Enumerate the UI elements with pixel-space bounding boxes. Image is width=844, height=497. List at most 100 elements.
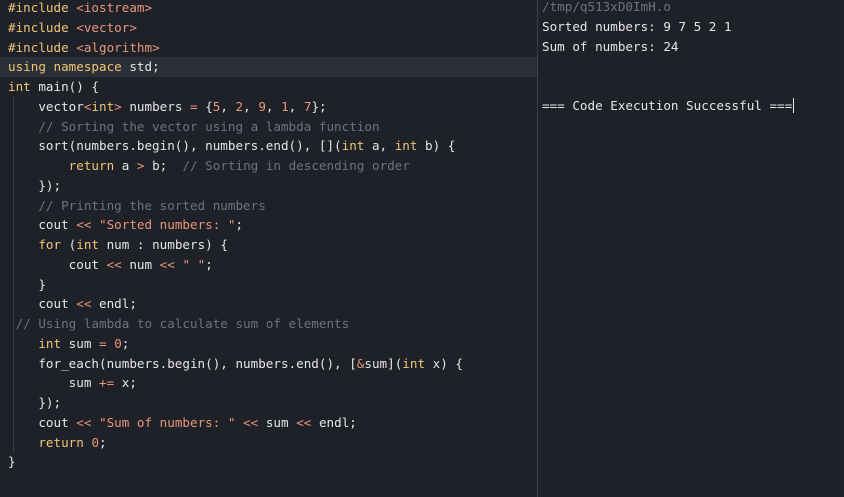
code-token: std; [129,59,160,75]
code-line-content: return a > b; // Sorting in descending o… [8,158,410,173]
code-token: int [91,98,115,114]
code-line-content: sum += x; [8,375,137,390]
code-line-content: int sum = 0; [8,336,129,351]
text-caret [793,98,795,113]
output-line-sorted: Sorted numbers: 9 7 5 2 1 [542,19,732,34]
code-line-content: }); [8,395,61,410]
code-token: , [288,98,304,114]
code-editor[interactable]: #include <iostream> #include <vector> #inc… [0,0,537,497]
code-line-content: #include <vector> [8,20,137,35]
code-line[interactable]: // Printing the sorted numbers [0,196,537,216]
code-token: " " [182,256,206,272]
code-token: int [38,335,62,351]
code-token: for_each(numbers.begin(), numbers.end(),… [8,355,357,371]
code-token: sum]( [364,355,403,371]
code-line[interactable]: // Using lambda to calculate sum of elem… [0,314,537,334]
output-panel[interactable]: /tmp/q513xD0ImH.o Sorted numbers: 9 7 5 … [538,0,844,497]
code-token: "Sorted numbers: " [99,217,236,233]
code-token: }); [8,395,62,410]
code-token: sum [258,414,297,430]
code-token: sort(numbers.begin(), numbers.end(), []( [8,138,342,154]
code-token: // Sorting the vector using a lambda fun… [8,118,380,134]
code-token: << [76,414,92,430]
code-line[interactable]: } [0,275,537,295]
code-line[interactable]: int sum = 0; [0,334,537,354]
code-line[interactable]: } [0,452,537,472]
code-line[interactable]: return 0; [0,433,537,453]
code-line[interactable]: }); [0,393,537,413]
code-line[interactable]: }); [0,176,537,196]
code-line-content: // Using lambda to calculate sum of elem… [8,316,350,331]
code-token: { [197,98,213,114]
code-token: num : numbers) { [99,237,228,252]
code-token: main() { [38,79,100,94]
code-line[interactable]: // Sorting the vector using a lambda fun… [0,117,537,137]
code-token: b; [144,158,183,173]
code-token: <vector> [76,19,137,35]
code-token: , [265,98,282,114]
code-line[interactable]: sort(numbers.begin(), numbers.end(), [](… [0,136,537,156]
code-line-content: } [8,454,16,469]
code-line[interactable]: int main() { [0,77,537,97]
code-line[interactable]: sum += x; [0,373,537,393]
code-token: numbers [121,98,191,114]
code-line[interactable]: #include <iostream> [0,0,537,18]
code-token: 1 [281,98,289,114]
code-line[interactable]: #include <vector> [0,18,537,38]
code-line[interactable]: cout << "Sorted numbers: "; [0,215,537,235]
code-line-content: #include <iostream> [8,0,152,15]
code-token: ; [235,217,244,233]
code-token: 0 [114,335,122,351]
code-token: , [220,98,236,114]
code-token: = [99,335,107,351]
code-token: << [159,256,175,272]
code-token: <algorithm> [76,39,160,55]
code-line-content: // Printing the sorted numbers [8,197,266,213]
code-token: << [76,217,92,233]
code-token: return [68,158,115,173]
code-line[interactable]: vector<int> numbers = {5, 2, 9, 1, 7}; [0,97,537,117]
code-token: // Using lambda to calculate sum of elem… [8,316,350,331]
code-line-content: for_each(numbers.begin(), numbers.end(),… [8,356,463,371]
code-line[interactable]: cout << endl; [0,294,537,314]
code-token: x) { [425,355,463,371]
code-token: // Printing the sorted numbers [8,197,266,213]
code-line-content: vector<int> numbers = {5, 2, 9, 1, 7}; [8,98,326,114]
code-line[interactable]: for_each(numbers.begin(), numbers.end(),… [0,354,537,374]
code-line[interactable]: for (int num : numbers) { [0,235,537,255]
code-token: , [243,98,259,114]
code-token: ; [121,335,130,351]
code-token: "Sum of numbers: " [99,414,236,430]
code-token: ( [61,237,77,252]
output-status-line: === Code Execution Successful === [542,96,795,116]
code-line[interactable]: cout << "Sum of numbers: " << sum << end… [0,413,537,433]
output-path: /tmp/q513xD0ImH.o [542,0,671,14]
code-line[interactable]: #include <algorithm> [0,38,537,58]
code-token: sum [61,335,100,351]
code-token: int [394,138,418,154]
code-token: endl; [311,414,357,430]
code-token: ; [205,256,213,272]
code-line-content: return 0; [8,434,107,450]
code-token: > [114,98,122,114]
code-token: 9 [258,98,266,114]
code-token: > [136,158,145,173]
code-line-content: cout << "Sorted numbers: "; [8,217,243,232]
code-token: } [8,454,16,470]
code-line-content: }); [8,178,61,193]
code-line[interactable]: using namespace std; [0,57,537,78]
code-token: endl; [91,296,137,312]
code-line[interactable]: return a > b; // Sorting in descending o… [0,156,537,176]
code-token: << [296,414,312,430]
code-token: cout [8,256,107,272]
code-token: ; [99,434,107,450]
code-token: int [402,355,426,371]
code-token: for [38,237,62,252]
code-line[interactable]: cout << num << " "; [0,255,537,275]
code-token: int [341,138,365,154]
code-token: sum [8,375,99,391]
